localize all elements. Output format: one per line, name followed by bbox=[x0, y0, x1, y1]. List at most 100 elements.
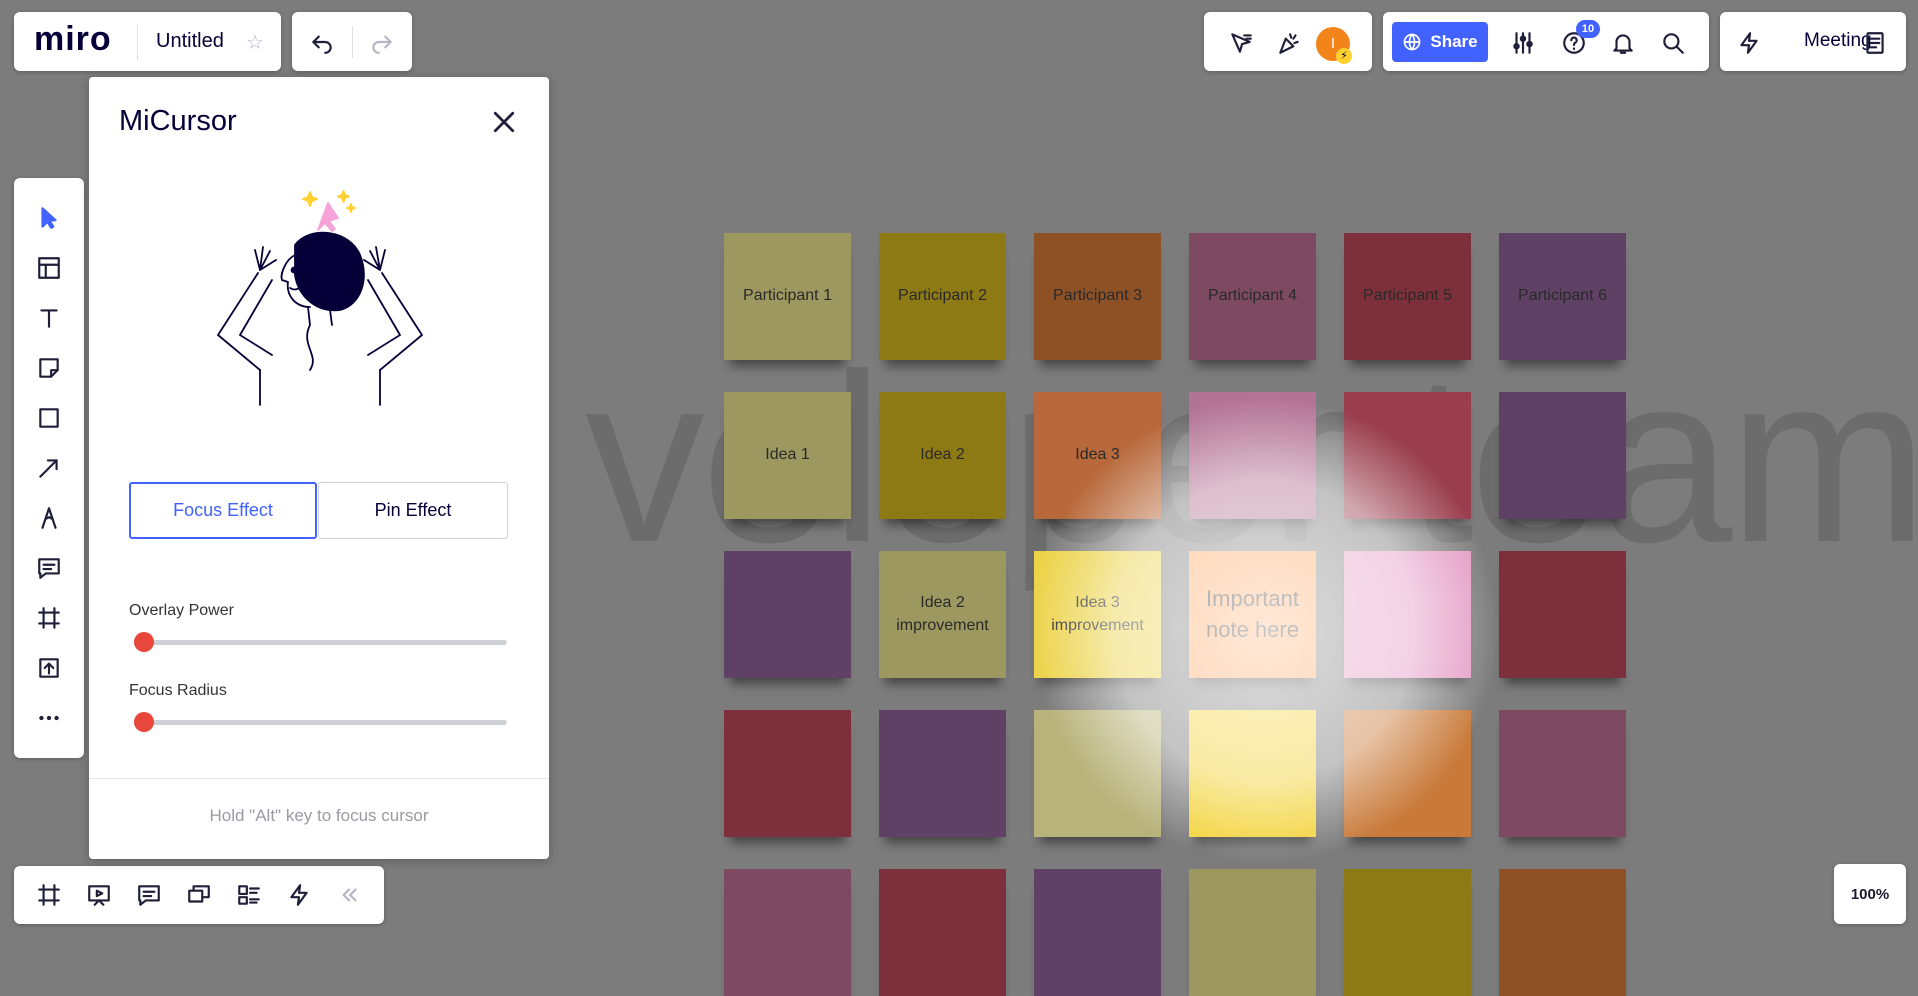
share-button[interactable]: Share bbox=[1392, 22, 1488, 62]
lightning-icon[interactable] bbox=[1732, 26, 1766, 60]
panel-footer-divider bbox=[89, 778, 549, 779]
focus-radius-label: Focus Radius bbox=[129, 682, 227, 699]
tab-pin-effect[interactable]: Pin Effect bbox=[318, 482, 508, 539]
frames-icon[interactable] bbox=[29, 875, 69, 915]
sticky-note[interactable] bbox=[1499, 710, 1626, 837]
video-chat-icon[interactable] bbox=[179, 875, 219, 915]
card-list-icon[interactable] bbox=[229, 875, 269, 915]
arrow-connector-icon[interactable] bbox=[30, 449, 68, 487]
sticky-note[interactable]: Idea 2 improvement bbox=[879, 551, 1006, 678]
sticky-note-text: Idea 3 bbox=[1075, 446, 1120, 464]
search-icon[interactable] bbox=[1656, 26, 1690, 60]
sticky-note[interactable] bbox=[879, 710, 1006, 837]
sticky-note[interactable]: Idea 1 bbox=[724, 392, 851, 519]
sticky-note[interactable] bbox=[1189, 392, 1316, 519]
focus-radius-slider-handle[interactable] bbox=[134, 712, 154, 732]
sticky-note[interactable] bbox=[1499, 392, 1626, 519]
comments-icon[interactable] bbox=[129, 875, 169, 915]
sticky-note-text bbox=[1404, 611, 1412, 619]
sticky-note[interactable] bbox=[1344, 869, 1471, 996]
sticky-note[interactable] bbox=[1344, 710, 1471, 837]
focus-radius-slider-track[interactable] bbox=[134, 720, 507, 725]
sticky-note[interactable] bbox=[1189, 710, 1316, 837]
sticky-note[interactable] bbox=[1499, 551, 1626, 678]
sticky-note-text: Participant 3 bbox=[1053, 287, 1142, 305]
miro-logo[interactable]: miro bbox=[34, 20, 112, 59]
shape-tool-icon[interactable] bbox=[30, 399, 68, 437]
focus-hint-text: Hold "Alt" key to focus cursor bbox=[209, 806, 429, 825]
sticky-note[interactable]: Participant 1 bbox=[724, 233, 851, 360]
pen-tool-icon[interactable] bbox=[30, 499, 68, 537]
lightning-icon[interactable] bbox=[279, 875, 319, 915]
sticky-note-text: Idea 3 improvement bbox=[1051, 594, 1144, 634]
upload-icon[interactable] bbox=[30, 649, 68, 687]
more-tools-icon[interactable] bbox=[30, 699, 68, 737]
text-tool-icon[interactable] bbox=[30, 299, 68, 337]
sticky-note-icon[interactable] bbox=[30, 349, 68, 387]
sticky-note[interactable] bbox=[1189, 869, 1316, 996]
celebrate-icon[interactable] bbox=[1272, 26, 1306, 60]
sticky-note-text bbox=[1094, 770, 1102, 778]
sticky-note[interactable] bbox=[724, 710, 851, 837]
sticky-note[interactable] bbox=[1344, 551, 1471, 678]
sticky-note-text bbox=[1249, 770, 1257, 778]
zoom-level[interactable]: 100% bbox=[1834, 864, 1906, 924]
board-title[interactable]: Untitled bbox=[156, 30, 224, 53]
undo-icon[interactable] bbox=[306, 26, 338, 58]
sticky-note[interactable] bbox=[1034, 710, 1161, 837]
sticky-note[interactable]: Participant 5 bbox=[1344, 233, 1471, 360]
overlay-power-label: Overlay Power bbox=[129, 602, 234, 619]
comment-icon[interactable] bbox=[30, 549, 68, 587]
sticky-note[interactable] bbox=[1344, 392, 1471, 519]
close-icon[interactable] bbox=[488, 106, 520, 138]
sticky-note-text bbox=[1559, 452, 1567, 460]
sticky-note-text: Idea 2 bbox=[920, 446, 965, 464]
sticky-note[interactable]: Participant 4 bbox=[1189, 233, 1316, 360]
notes-list-icon[interactable] bbox=[1858, 26, 1892, 60]
sticky-note-text bbox=[784, 611, 792, 619]
sticky-note[interactable]: Important note here bbox=[1189, 551, 1316, 678]
sticky-note-text: Idea 1 bbox=[765, 446, 810, 464]
tab-focus-effect[interactable]: Focus Effect bbox=[129, 482, 317, 539]
bell-icon[interactable] bbox=[1606, 26, 1640, 60]
sticky-note-text: Idea 2 improvement bbox=[896, 594, 989, 634]
sticky-note-text bbox=[1094, 929, 1102, 937]
redo-icon[interactable] bbox=[366, 26, 398, 58]
sticky-note[interactable]: Idea 2 bbox=[879, 392, 1006, 519]
cheering-person-illustration bbox=[200, 185, 440, 415]
star-icon[interactable]: ☆ bbox=[246, 30, 264, 55]
overlay-power-slider-track[interactable] bbox=[134, 640, 507, 645]
sticky-note-text bbox=[1559, 929, 1567, 937]
lightning-badge-icon: ⚡ bbox=[1336, 48, 1352, 64]
presentation-icon[interactable] bbox=[79, 875, 119, 915]
sticky-note-text bbox=[1404, 929, 1412, 937]
sticky-note[interactable]: Idea 3 improvement bbox=[1034, 551, 1161, 678]
frame-icon[interactable] bbox=[30, 599, 68, 637]
sticky-note[interactable] bbox=[879, 869, 1006, 996]
sticky-note-text bbox=[1404, 452, 1412, 460]
sticky-note[interactable] bbox=[724, 869, 851, 996]
templates-icon[interactable] bbox=[30, 249, 68, 287]
globe-icon bbox=[1402, 32, 1422, 52]
sticky-note-text bbox=[939, 770, 947, 778]
sticky-note-text bbox=[939, 929, 947, 937]
sticky-note[interactable]: Participant 6 bbox=[1499, 233, 1626, 360]
sticky-note-text bbox=[784, 770, 792, 778]
panel-title: MiCursor bbox=[119, 105, 237, 137]
sticky-note-text: Important note here bbox=[1206, 585, 1299, 642]
sticky-note[interactable]: Idea 3 bbox=[1034, 392, 1161, 519]
header-divider bbox=[137, 24, 138, 60]
select-cursor-icon[interactable] bbox=[30, 199, 68, 237]
sticky-note-text bbox=[1559, 611, 1567, 619]
sticky-note[interactable]: Participant 2 bbox=[879, 233, 1006, 360]
sticky-note-text: Participant 1 bbox=[743, 287, 832, 305]
sticky-note-text bbox=[1404, 770, 1412, 778]
settings-sliders-icon[interactable] bbox=[1506, 26, 1540, 60]
sticky-note[interactable] bbox=[1499, 869, 1626, 996]
overlay-power-slider-handle[interactable] bbox=[134, 632, 154, 652]
sticky-note[interactable] bbox=[1034, 869, 1161, 996]
sticky-note[interactable] bbox=[724, 551, 851, 678]
collapse-icon[interactable] bbox=[329, 875, 369, 915]
cursor-filter-icon[interactable] bbox=[1224, 26, 1258, 60]
sticky-note[interactable]: Participant 3 bbox=[1034, 233, 1161, 360]
